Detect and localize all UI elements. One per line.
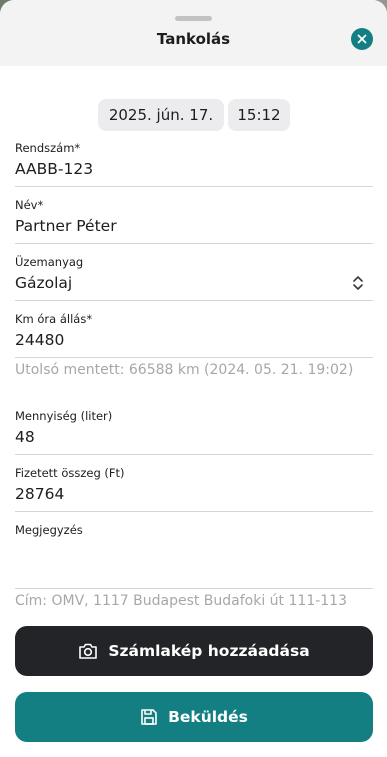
submit-label: Beküldés [168, 708, 248, 726]
amount-label: Fizetett összeg (Ft) [15, 466, 125, 480]
fuel-label: Üzemanyag [15, 255, 84, 269]
sheet-header: Tankolás [0, 0, 387, 66]
odometer-field[interactable]: Km óra állás* 24480 [15, 310, 373, 358]
amount-field[interactable]: Fizetett összeg (Ft) 28764 [15, 464, 373, 512]
quantity-label: Mennyiség (liter) [15, 409, 113, 423]
fuel-value: Gázolaj [15, 274, 73, 292]
page-title: Tankolás [156, 30, 231, 48]
sheet-grabber[interactable] [175, 16, 212, 21]
odometer-input[interactable]: 24480 [15, 331, 64, 349]
camera-icon [79, 643, 98, 659]
quantity-input[interactable]: 48 [15, 428, 35, 446]
time-picker-chip[interactable]: 15:12 [228, 99, 290, 131]
note-field[interactable]: Megjegyzés [15, 521, 373, 589]
plate-field[interactable]: Rendszám* AABB-123 [15, 139, 373, 187]
submit-button[interactable]: Beküldés [15, 692, 373, 742]
name-field[interactable]: Név* Partner Péter [15, 196, 373, 244]
add-receipt-photo-button[interactable]: Számlakép hozzáadása [15, 626, 373, 676]
quantity-field[interactable]: Mennyiség (liter) 48 [15, 407, 373, 455]
fuel-select[interactable]: Üzemanyag Gázolaj [15, 253, 373, 301]
bottom-sheet: Tankolás 2025. jún. 17. 15:12 Rendszám* … [0, 0, 387, 757]
odometer-label: Km óra állás* [15, 312, 93, 326]
save-icon [141, 709, 157, 725]
close-button[interactable] [351, 28, 373, 50]
plate-input[interactable]: AABB-123 [15, 160, 93, 178]
plate-label: Rendszám* [15, 141, 81, 155]
odometer-last-saved-hint: Utolsó mentett: 66588 km (2024. 05. 21. … [15, 362, 354, 378]
name-label: Név* [15, 198, 44, 212]
date-picker-chip[interactable]: 2025. jún. 17. [98, 99, 224, 131]
chevron-up-down-icon [353, 276, 363, 290]
add-receipt-photo-label: Számlakép hozzáadása [108, 642, 310, 660]
note-label: Megjegyzés [15, 523, 83, 537]
close-icon [357, 34, 367, 44]
address-hint: Cím: OMV, 1117 Budapest Budafoki út 111-… [15, 593, 347, 609]
name-input[interactable]: Partner Péter [15, 217, 117, 235]
amount-input[interactable]: 28764 [15, 485, 64, 503]
